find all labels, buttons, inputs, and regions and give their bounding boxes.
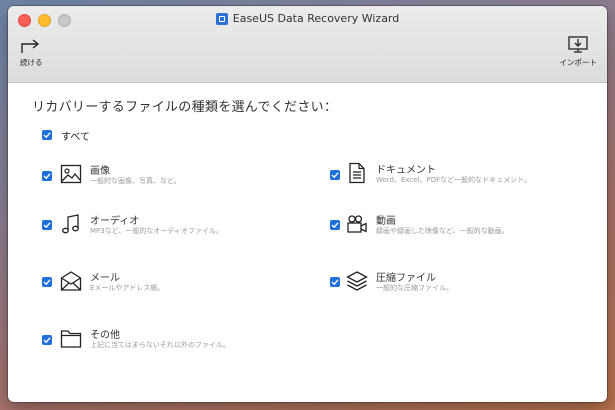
category-name: 画像 bbox=[90, 166, 110, 177]
category-description: MP3など、一般的なオーディオファイル。 bbox=[90, 227, 223, 235]
checkmark-icon bbox=[331, 222, 339, 229]
continue-label: 続ける bbox=[20, 58, 43, 67]
checkbox-video[interactable] bbox=[330, 220, 340, 230]
category-description: Word、Excel、PDFなど一般的なドキュメント。 bbox=[376, 176, 532, 184]
checkbox-other[interactable] bbox=[42, 335, 52, 345]
app-window: EaseUS Data Recovery Wizard 続ける インポート リカ… bbox=[8, 6, 607, 402]
file-type-panel: リカバリーするファイルの種類を選んでください： すべて 画像 一般的な画像、写真… bbox=[8, 83, 607, 402]
select-all-label: すべて bbox=[61, 132, 90, 143]
music-note-icon bbox=[62, 214, 79, 234]
window-title-text: EaseUS Data Recovery Wizard bbox=[232, 12, 400, 25]
category-description: 録画や録画した映像など、一般的な動画。 bbox=[376, 227, 509, 235]
category-description: Eメールやアドレス帳。 bbox=[90, 284, 165, 292]
category-name: オーディオ bbox=[90, 216, 140, 227]
category-description: 上記に当てはまらないそれ以外のファイル。 bbox=[90, 341, 230, 349]
checkmark-icon bbox=[43, 337, 51, 344]
forward-arrow-icon bbox=[21, 39, 40, 53]
category-description: 一般的な圧縮ファイル。 bbox=[376, 284, 453, 292]
layers-icon bbox=[346, 271, 368, 291]
checkmark-icon bbox=[331, 172, 339, 179]
title-bar: EaseUS Data Recovery Wizard 続ける インポート bbox=[8, 6, 607, 83]
envelope-icon bbox=[60, 271, 82, 291]
window-title: EaseUS Data Recovery Wizard bbox=[8, 12, 607, 25]
checkbox-image[interactable] bbox=[42, 171, 52, 181]
category-name: 動画 bbox=[376, 216, 396, 227]
image-icon bbox=[60, 164, 82, 184]
checkbox-mail[interactable] bbox=[42, 277, 52, 287]
category-name: その他 bbox=[90, 330, 120, 341]
checkmark-icon bbox=[331, 279, 339, 286]
category-name: ドキュメント bbox=[376, 165, 436, 176]
checkmark-icon bbox=[43, 279, 51, 286]
checkmark-icon bbox=[43, 173, 51, 180]
category-name: メール bbox=[90, 273, 120, 284]
category-description: 一般的な画像、写真、など。 bbox=[90, 177, 181, 185]
select-all-checkbox[interactable] bbox=[42, 130, 52, 140]
checkmark-icon bbox=[43, 222, 51, 229]
checkbox-audio[interactable] bbox=[42, 220, 52, 230]
import-label: インポート bbox=[559, 58, 598, 67]
checkbox-document[interactable] bbox=[330, 170, 340, 180]
checkmark-icon bbox=[43, 132, 51, 139]
category-name: 圧縮ファイル bbox=[376, 273, 436, 284]
page-title: リカバリーするファイルの種類を選んでください： bbox=[32, 100, 338, 115]
folder-icon bbox=[60, 330, 82, 348]
checkbox-archive[interactable] bbox=[330, 277, 340, 287]
import-icon bbox=[568, 36, 588, 53]
app-logo-icon bbox=[215, 12, 228, 25]
import-button[interactable]: インポート bbox=[559, 36, 598, 68]
video-camera-icon bbox=[347, 215, 367, 233]
continue-button[interactable]: 続ける bbox=[20, 36, 43, 68]
document-icon bbox=[349, 162, 365, 184]
